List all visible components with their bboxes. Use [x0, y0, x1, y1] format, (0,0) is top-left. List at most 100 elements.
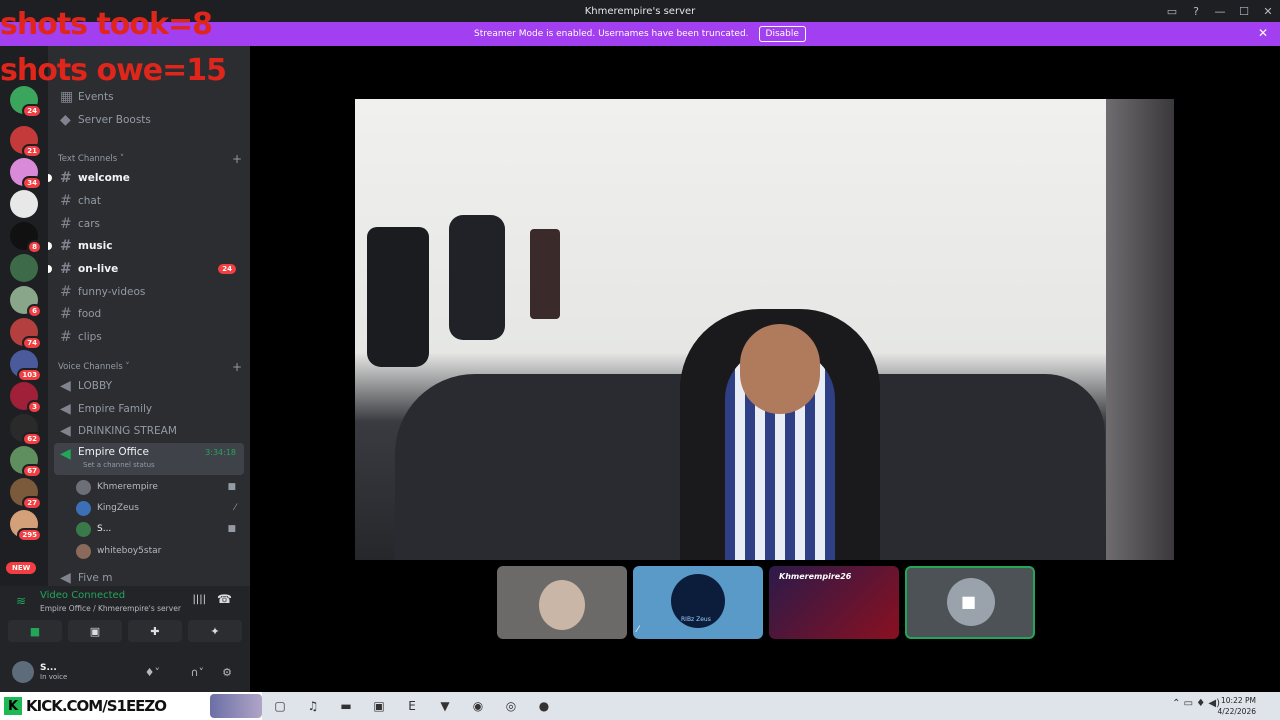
text-channels-category[interactable]: Text Channels ˅ +	[58, 152, 242, 166]
server-icon[interactable]: 8	[10, 222, 42, 254]
clock[interactable]: 10:22 PM 4/22/2026	[1218, 695, 1256, 717]
voice-drinking-stream[interactable]: ◀ DRINKING STREAM	[54, 420, 244, 442]
add-channel-icon[interactable]: +	[232, 152, 242, 166]
server-icon[interactable]	[10, 254, 38, 282]
server-icon[interactable]: 295	[10, 510, 42, 542]
channel-label: on-live	[78, 263, 119, 275]
badge: 62	[22, 432, 42, 446]
microphone-icon[interactable]: ♦˅	[145, 666, 160, 679]
inbox-icon[interactable]: ▭	[1160, 5, 1184, 18]
game-app-icon[interactable]: ▣	[369, 696, 389, 716]
settings-gear-icon[interactable]: ⚙	[222, 666, 232, 679]
server-icon[interactable]: 62	[10, 414, 42, 446]
server-icon[interactable]	[10, 190, 38, 218]
soundboard-button[interactable]: ✦	[188, 620, 242, 642]
speaker-icon: ◀	[60, 423, 71, 439]
participant-tile[interactable]: ■	[905, 566, 1035, 639]
curtain	[1106, 99, 1174, 560]
voice-lobby[interactable]: ◀ LOBBY	[54, 375, 244, 397]
disconnect-icon[interactable]: ☎	[217, 592, 232, 606]
channel-food[interactable]: # food	[54, 303, 244, 325]
task-view-icon[interactable]: ▢	[270, 696, 290, 716]
participant-tile[interactable]: RIBz Zeus ⁄	[633, 566, 763, 639]
voice-user[interactable]: whiteboy5star	[76, 541, 246, 561]
channel-funny-videos[interactable]: # funny-videos	[54, 281, 244, 303]
activities-button[interactable]: ✚	[128, 620, 182, 642]
server-icon[interactable]: 34	[10, 158, 42, 190]
server-icon[interactable]: 67	[10, 446, 42, 478]
server-boosts-item[interactable]: ◆ Server Boosts	[54, 109, 244, 131]
voice-user[interactable]: Khmerempire ■	[76, 477, 246, 497]
hash-icon: #	[60, 306, 72, 322]
user-name: S...	[40, 663, 57, 673]
channel-label: food	[78, 308, 102, 320]
voice-user[interactable]: S... ■	[76, 519, 246, 539]
user-area[interactable]: S... In voice ♦˅ ∩˅ ⚙	[12, 658, 242, 686]
channel-label: clips	[78, 331, 102, 343]
folder-icon[interactable]: ▬	[336, 696, 356, 716]
music-app-icon[interactable]: ♫	[303, 696, 323, 716]
call-timer: 3:34:18	[205, 448, 236, 457]
channel-clips[interactable]: # clips	[54, 326, 244, 348]
epic-games-icon[interactable]: E	[402, 696, 422, 716]
server-icon[interactable]: 3	[10, 382, 42, 414]
camera-icon: ■	[961, 592, 977, 611]
taskbar-apps: ▢ ♫ ▬ ▣ E ▼ ◉ ◎ ●	[270, 696, 554, 716]
channel-music[interactable]: # music	[48, 235, 244, 257]
kick-logo-icon: K	[4, 697, 22, 715]
server-icon[interactable]: 6	[10, 286, 42, 318]
channel-sidebar: ▦ Events ◆ Server Boosts Text Channels ˅ + …	[48, 46, 250, 586]
channel-status[interactable]: Set a channel status	[83, 461, 155, 469]
channel-label: Empire Office	[78, 446, 149, 458]
headphones-icon[interactable]: ∩˅	[190, 666, 204, 679]
help-icon[interactable]: ?	[1184, 5, 1208, 18]
participant-tile[interactable]	[497, 566, 627, 639]
screen-share-button[interactable]: ▣	[68, 620, 122, 642]
kick-banner: K KICK.COM/S1EEZO	[0, 692, 262, 720]
boost-icon: ◆	[60, 112, 71, 128]
camera-button[interactable]: ■	[8, 620, 62, 642]
avatar	[76, 500, 91, 516]
face	[740, 324, 820, 414]
server-icon[interactable]: 21	[10, 126, 42, 158]
channel-chat[interactable]: # chat	[54, 190, 244, 212]
connection-location[interactable]: Empire Office / Khmerempire's server	[40, 604, 181, 613]
channel-label: LOBBY	[78, 380, 112, 392]
participant-tile[interactable]: Khmerempire26	[769, 566, 899, 639]
unread-indicator	[48, 265, 52, 273]
voice-user[interactable]: KingZeus ⁄	[76, 498, 246, 518]
hash-icon: #	[60, 261, 72, 277]
taskbar: K KICK.COM/S1EEZO ▢ ♫ ▬ ▣ E ▼ ◉ ◎ ● ⌃ ▭ …	[0, 692, 1280, 720]
channel-label: chat	[78, 195, 101, 207]
category-label: Text Channels	[58, 154, 118, 164]
banner-close-icon[interactable]: ✕	[1258, 26, 1268, 40]
badge: 24	[22, 104, 42, 118]
badge: 67	[22, 464, 42, 478]
voice-empire-family[interactable]: ◀ Empire Family	[54, 398, 244, 420]
app-icon[interactable]: ▼	[435, 696, 455, 716]
discord-icon[interactable]: ◉	[468, 696, 488, 716]
hash-icon: #	[60, 238, 72, 254]
obs-icon[interactable]: ●	[534, 696, 554, 716]
signal-icon[interactable]: ≋	[16, 594, 26, 608]
disable-button[interactable]: Disable	[758, 26, 806, 42]
add-channel-icon[interactable]: +	[232, 360, 242, 374]
chrome-icon[interactable]: ◎	[501, 696, 521, 716]
close-window-icon[interactable]: ✕	[1256, 5, 1280, 18]
voice-channels-category[interactable]: Voice Channels ˅ +	[58, 360, 242, 374]
channel-on-live[interactable]: # on-live 24	[48, 258, 244, 280]
main-video-feed[interactable]	[355, 99, 1174, 560]
system-tray-icons[interactable]: ⌃ ▭ ♦ ◀)	[1172, 698, 1220, 709]
voice-empire-office[interactable]: ◀ Empire Office 3:34:18 Set a channel statu…	[54, 443, 244, 475]
minimize-icon[interactable]: —	[1208, 5, 1232, 18]
server-icon[interactable]: 74	[10, 318, 42, 350]
server-icon[interactable]: 27	[10, 478, 42, 510]
channel-cars[interactable]: # cars	[54, 213, 244, 235]
noise-suppression-icon[interactable]: ||||	[193, 594, 206, 605]
user-label: S...	[97, 524, 112, 534]
badge: 3	[27, 400, 42, 414]
channel-welcome[interactable]: # welcome	[48, 167, 244, 189]
shots-overlay: shots took=8 shots owe=15	[0, 2, 227, 94]
server-icon[interactable]: 103	[10, 350, 42, 382]
maximize-icon[interactable]: ☐	[1232, 5, 1256, 18]
